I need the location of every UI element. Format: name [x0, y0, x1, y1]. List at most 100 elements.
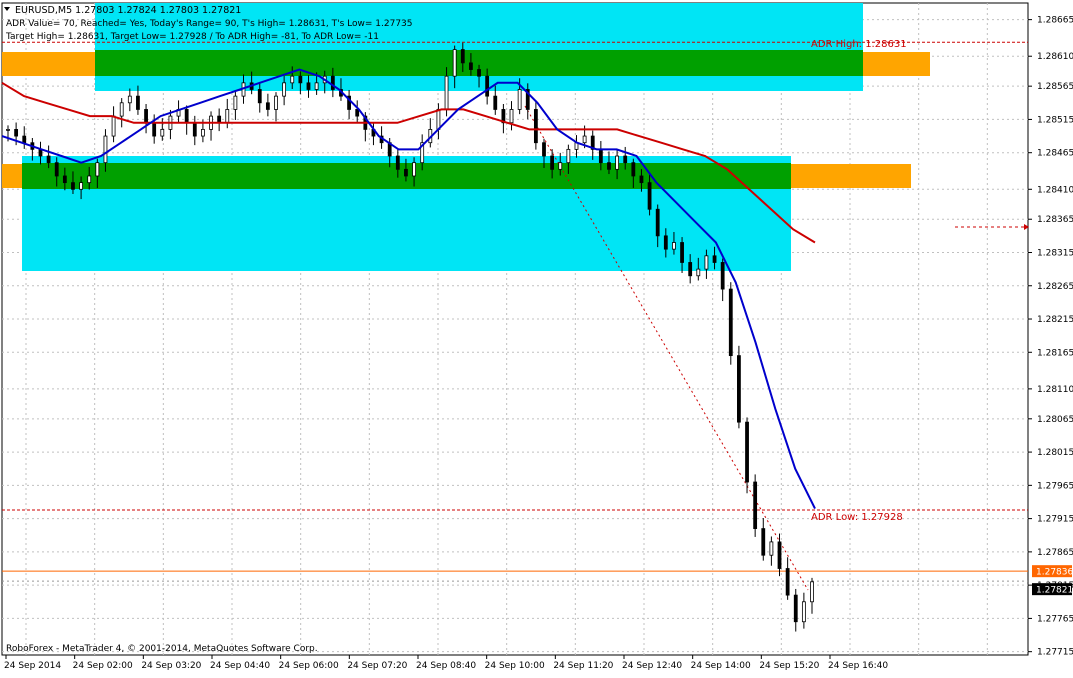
candle-body — [509, 109, 514, 124]
candle-body — [160, 129, 165, 137]
candle-body — [607, 162, 611, 170]
candle-body — [71, 182, 75, 190]
candle-body — [127, 95, 132, 104]
y-tick-label: 1.28110 — [1037, 385, 1073, 395]
candle-body — [566, 148, 571, 164]
symbol-header: EURUSD,M5 1.27803 1.27824 1.27803 1.2782… — [15, 5, 241, 16]
y-tick-label: 1.27965 — [1037, 481, 1073, 491]
candle-body — [777, 541, 782, 569]
plot-frame — [1, 2, 1029, 656]
x-tick-label: 24 Sep 03:20 — [141, 661, 201, 671]
candle-body — [517, 89, 522, 110]
candle-body — [103, 135, 108, 164]
grid-layer — [1, 2, 1029, 656]
candle-body — [225, 109, 230, 124]
candle-body — [469, 62, 473, 70]
bid-price-label: 1.27821 — [1036, 586, 1073, 596]
x-tick-label: 24 Sep 07:20 — [347, 661, 407, 671]
y-tick-label: 1.28365 — [1037, 215, 1073, 225]
candle-body — [152, 122, 157, 137]
candle-body — [558, 162, 563, 170]
candle-body — [550, 155, 555, 170]
candle-body — [728, 288, 733, 357]
candle-body — [290, 75, 295, 84]
y-tick-label: 1.28015 — [1037, 448, 1073, 458]
candle-body — [793, 594, 798, 623]
x-tick-label: 24 Sep 12:40 — [622, 661, 682, 671]
x-tick-label: 24 Sep 10:00 — [485, 661, 545, 671]
candle-body — [217, 115, 222, 124]
candle-body — [655, 208, 660, 237]
y-tick-label: 1.28410 — [1037, 185, 1073, 195]
x-tick-label: 24 Sep 16:40 — [828, 661, 888, 671]
candle-body — [663, 235, 668, 250]
candle-body — [330, 75, 335, 90]
candle-body — [582, 135, 587, 144]
x-tick-label: 24 Sep 15:20 — [759, 661, 819, 671]
candle-body — [688, 262, 693, 277]
y-tick-label: 1.28515 — [1037, 115, 1073, 125]
y-tick-label: 1.27915 — [1037, 515, 1073, 525]
candle-body — [306, 82, 311, 90]
candle-body — [672, 242, 676, 250]
candle-body — [436, 109, 441, 130]
candle-body — [395, 155, 400, 170]
x-tick-label: 24 Sep 2014 — [4, 661, 61, 671]
y-tick-label: 1.28065 — [1037, 415, 1073, 425]
candle-body — [265, 102, 270, 110]
candle-body — [62, 175, 67, 184]
candle-body — [46, 155, 51, 164]
candle-body — [412, 162, 416, 177]
candle-body — [745, 421, 749, 483]
candle-body — [623, 155, 628, 164]
candle-body — [14, 129, 19, 137]
candle-body — [769, 541, 774, 556]
y-tick-label: 1.27765 — [1037, 614, 1073, 624]
candle-body — [647, 182, 652, 210]
candle-body — [6, 129, 10, 131]
candle-body — [615, 155, 619, 170]
candle-body — [257, 89, 262, 104]
candle-body — [720, 262, 725, 290]
candle-body — [22, 135, 27, 144]
candle-body — [761, 528, 766, 556]
candle-body — [737, 355, 741, 423]
x-tick-label: 24 Sep 11:20 — [553, 661, 613, 671]
chart-root: 1.28665 1.28610 1.28565 1.28515 1.28465 1.284… — [0, 0, 1073, 674]
y-tick-label: 1.28215 — [1037, 315, 1073, 325]
candle-body — [696, 268, 701, 277]
candle-body — [192, 122, 197, 137]
candle-body — [87, 175, 92, 184]
candle-body — [184, 109, 189, 124]
y-tick-label: 1.28315 — [1037, 248, 1073, 258]
y-tick-label: 1.28165 — [1037, 348, 1073, 358]
candle-body — [298, 75, 303, 84]
price-chart[interactable]: 1.28665 1.28610 1.28565 1.28515 1.28465 1.284… — [0, 0, 1073, 674]
candle-body — [631, 162, 636, 177]
candle-body — [111, 115, 116, 137]
candle-body — [460, 49, 465, 64]
candle-body — [274, 95, 278, 110]
y-tick-label: 1.27715 — [1037, 648, 1073, 658]
candle-body — [314, 82, 319, 90]
candle-body — [533, 109, 538, 144]
candle-body — [282, 82, 287, 97]
ask-price-label: 1.27836 — [1036, 568, 1073, 578]
candle-body — [136, 95, 140, 110]
x-tick-label: 24 Sep 06:00 — [279, 661, 339, 671]
candle-body — [801, 601, 806, 623]
adr-info-line-2: Target High= 1.28631, Target Low= 1.2792… — [5, 32, 379, 42]
candle-body — [639, 175, 644, 184]
candle-body — [119, 102, 124, 117]
candle-body — [477, 69, 481, 77]
candle-body — [542, 142, 546, 157]
candle-body — [785, 568, 790, 596]
candle-body — [598, 148, 603, 164]
candle-body — [680, 242, 684, 263]
x-tick-label: 24 Sep 04:40 — [210, 661, 270, 671]
y-tick-label: 1.28610 — [1037, 52, 1073, 62]
candle-body — [404, 168, 408, 177]
y-tick-label: 1.28265 — [1037, 282, 1073, 292]
adr-low-label: ADR Low: 1.27928 — [811, 512, 903, 523]
copyright-footer: RoboForex - MetaTrader 4, © 2001-2014, M… — [6, 644, 318, 654]
